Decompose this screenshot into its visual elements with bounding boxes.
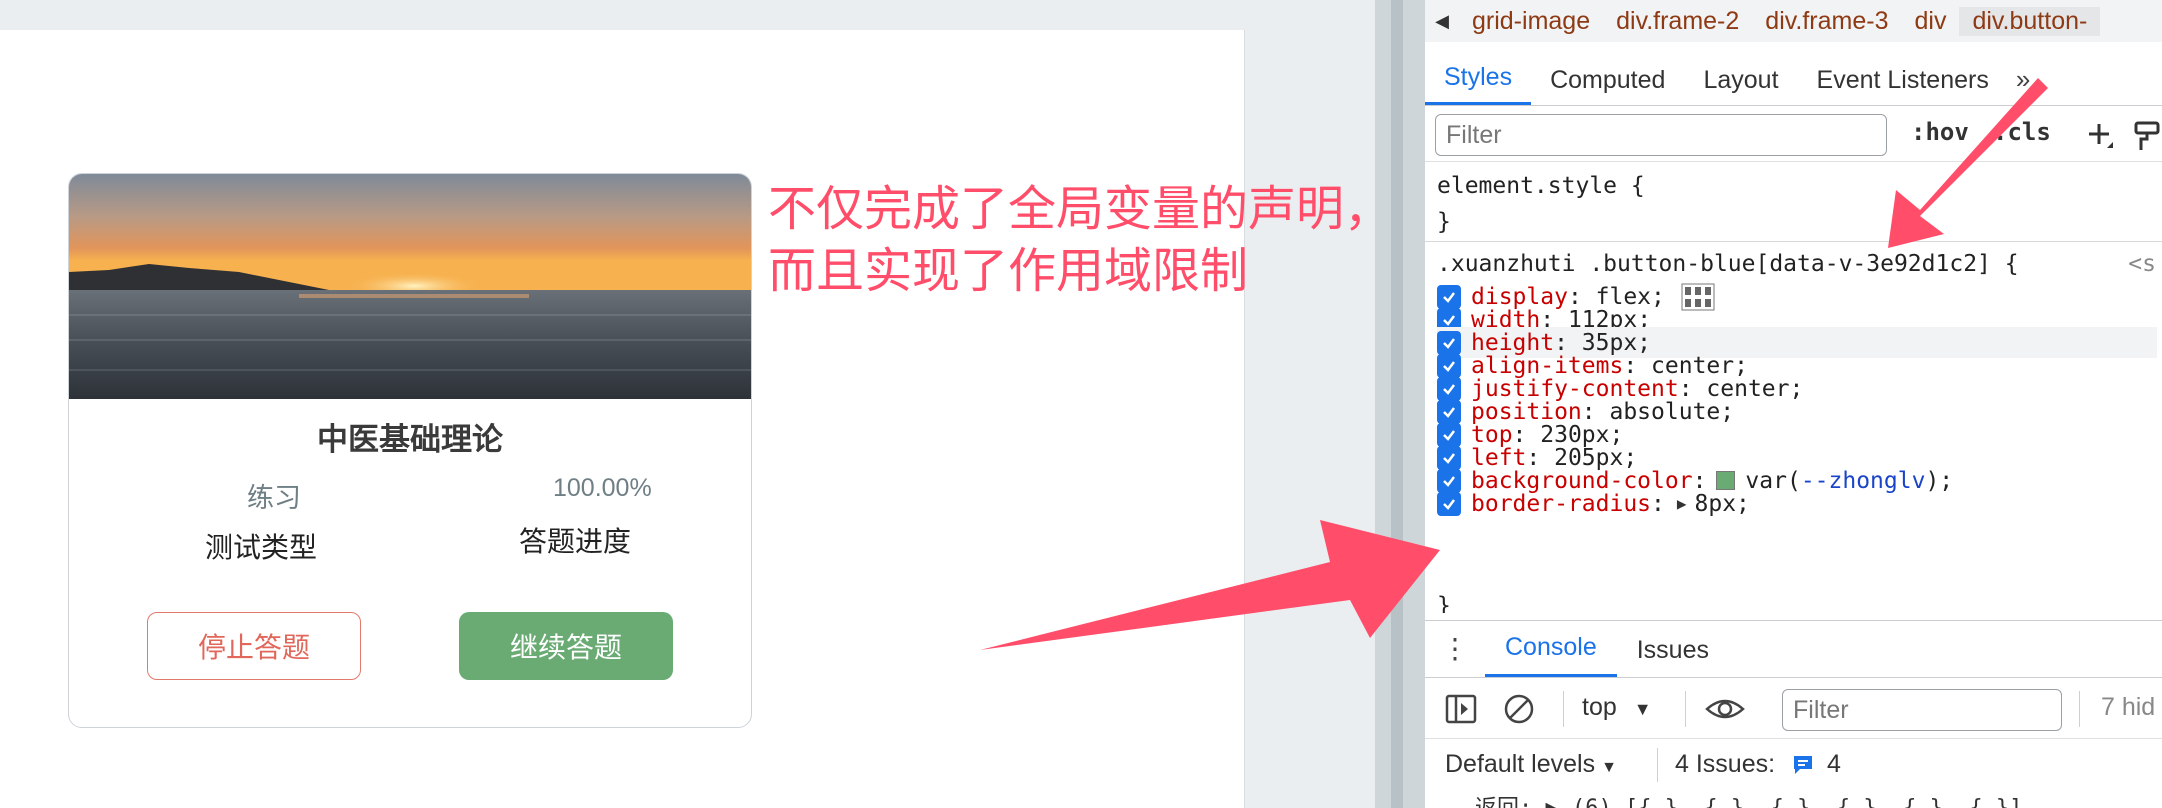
more-tabs-icon[interactable]: »: [2008, 64, 2042, 105]
sunset-sea-image: [69, 174, 751, 399]
chevron-down-icon: ▼: [1633, 699, 1652, 719]
styles-filter-bar: :hov .cls: [1425, 108, 2162, 162]
tab-layout[interactable]: Layout: [1684, 66, 1797, 105]
hov-toggle[interactable]: :hov: [1911, 118, 1969, 146]
cls-toggle[interactable]: .cls: [1993, 118, 2051, 146]
breadcrumb-item[interactable]: div.frame-2: [1603, 7, 1752, 36]
tab-console[interactable]: Console: [1485, 633, 1617, 677]
clear-console-icon[interactable]: [1501, 691, 1537, 727]
annotation-text: 不仅完成了全局变量的声明， 而且实现了作用域限制: [768, 178, 1375, 302]
issues-label: 4 Issues:: [1675, 750, 1776, 778]
new-rule-icon[interactable]: [2085, 120, 2115, 150]
console-levels-bar: Default levels ▼ 4 Issues: 4: [1425, 740, 2162, 790]
declaration-property[interactable]: border-radius: [1471, 491, 1651, 517]
sidebar-toggle-icon[interactable]: [1443, 691, 1479, 727]
element-style-selector[interactable]: element.style {: [1437, 173, 1645, 199]
scroll-left-icon[interactable]: ◀: [1425, 11, 1459, 32]
live-expression-eye-icon[interactable]: [1705, 691, 1745, 727]
page-canvas: 中医基础理论 练习 100.00% 测试类型 答题进度 停止答题 继续答题: [0, 30, 1245, 808]
annotation-line-1: 不仅完成了全局变量的声明，: [768, 181, 1375, 237]
tab-styles[interactable]: Styles: [1425, 63, 1532, 105]
console-toolbar: top ▼ 7 hid: [1425, 679, 2162, 739]
hidden-messages-count: 7 hid: [2101, 693, 2156, 721]
tab-issues[interactable]: Issues: [1617, 636, 1729, 677]
context-value: top: [1582, 693, 1617, 721]
progress-label: 答题进度: [519, 526, 632, 557]
test-type-label: 测试类型: [205, 532, 318, 563]
drawer-menu-icon[interactable]: ⋮: [1425, 620, 1485, 677]
console-tabbar: ⋮ Console Issues: [1425, 621, 2162, 678]
issues-count-value: 4: [1826, 750, 1841, 778]
chevron-down-icon: ▼: [1601, 759, 1617, 776]
course-title: 中医基础理论: [317, 422, 503, 457]
paint-roller-icon[interactable]: [2133, 120, 2162, 152]
console-drawer: ⋮ Console Issues top ▼ 7 hid: [1425, 620, 2162, 808]
continue-answering-button[interactable]: 继续答题: [459, 612, 673, 680]
breadcrumb: ◀ grid-image div.frame-2 div.frame-3 div…: [1425, 0, 2162, 42]
app-page-area: 中医基础理论 练习 100.00% 测试类型 答题进度 停止答题 继续答题 不仅…: [0, 0, 1375, 808]
breadcrumb-item[interactable]: div.frame-3: [1752, 7, 1901, 36]
styles-tabbar: Styles Computed Layout Event Listeners »: [1425, 52, 2162, 106]
expand-triangle-icon[interactable]: ▶: [1677, 494, 1687, 513]
tab-computed[interactable]: Computed: [1531, 66, 1684, 105]
test-type-value: 练习: [247, 483, 301, 513]
breadcrumb-item-selected[interactable]: div.button-: [1959, 6, 2101, 36]
breadcrumb-item[interactable]: div: [1901, 7, 1959, 36]
rule-selector[interactable]: .xuanzhuti .button-blue[data-v-3e92d1c2]…: [1437, 251, 2019, 277]
rule-close: }: [1437, 593, 1451, 613]
stop-answering-button[interactable]: 停止答题: [147, 612, 361, 680]
declaration-checkbox[interactable]: [1437, 491, 1461, 516]
log-levels-dropdown[interactable]: Default levels ▼: [1445, 750, 1617, 779]
log-levels-label: Default levels: [1445, 750, 1596, 778]
resize-gutter[interactable]: [1391, 0, 1403, 808]
devtools-panel: ◀ grid-image div.frame-2 div.frame-3 div…: [1425, 0, 2162, 808]
issues-counter[interactable]: 4 Issues: 4: [1675, 750, 1841, 779]
declaration-value[interactable]: 8px;: [1695, 491, 1750, 517]
console-output-line[interactable]: 返回: ▶ (6) [{…}, {…}, {…}, {…}, {…}, {…}]: [1475, 790, 2022, 808]
annotation-line-2: 而且实现了作用域限制: [768, 243, 1249, 299]
rule-source-link[interactable]: <s: [2128, 251, 2156, 277]
context-selector[interactable]: top ▼: [1582, 693, 1652, 722]
issue-message-icon: [1794, 756, 1813, 775]
declaration-border-radius: border-radius: ▶ 8px;: [1437, 488, 2157, 519]
styles-filter-input[interactable]: [1435, 114, 1887, 156]
course-card: 中医基础理论 练习 100.00% 测试类型 答题进度 停止答题 继续答题: [68, 173, 752, 728]
breadcrumb-item[interactable]: grid-image: [1459, 7, 1603, 36]
tab-event-listeners[interactable]: Event Listeners: [1798, 66, 2008, 105]
console-filter-input[interactable]: [1782, 689, 2062, 731]
progress-value: 100.00%: [553, 474, 652, 502]
element-style-close: }: [1437, 209, 1451, 235]
panel-divider[interactable]: [1375, 0, 1425, 808]
